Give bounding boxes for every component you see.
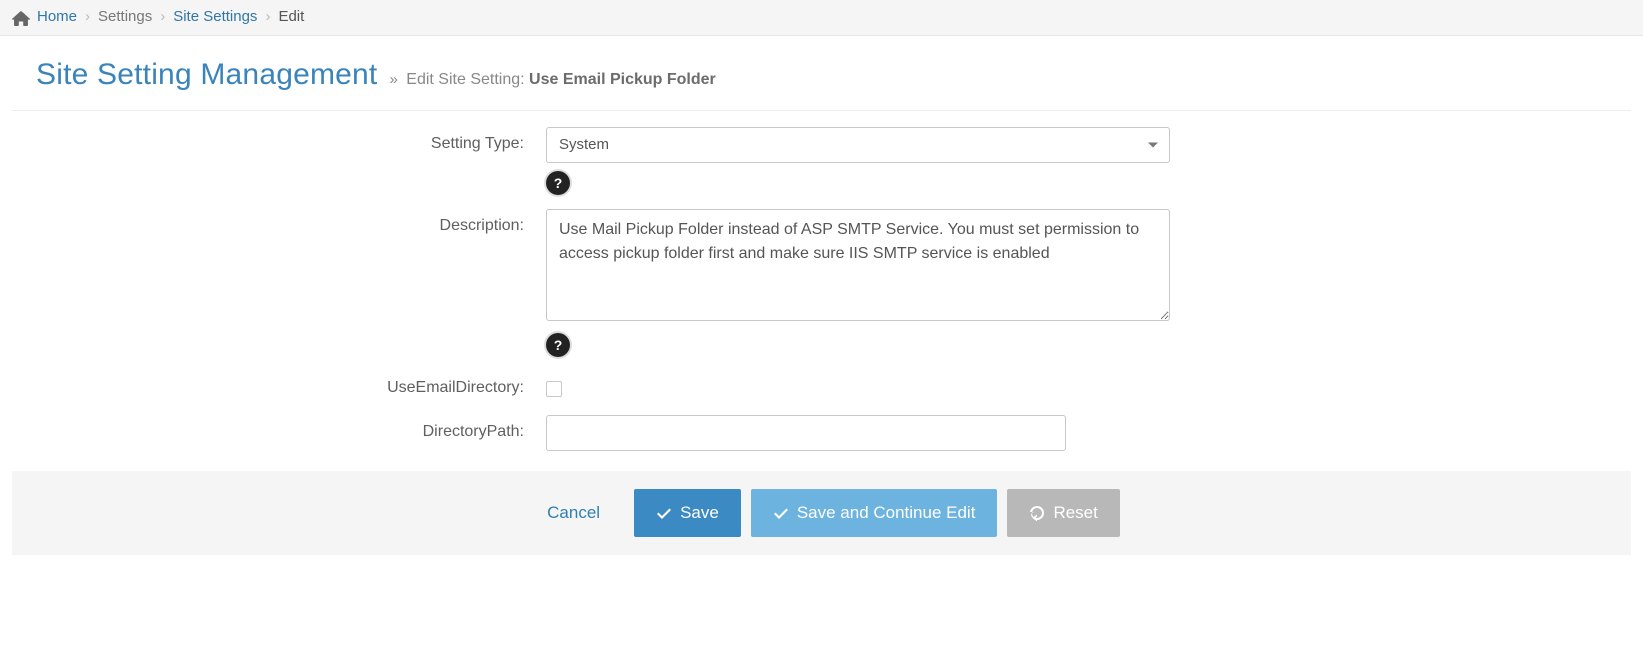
raquo-icon: »: [389, 71, 397, 88]
breadcrumb-site-settings[interactable]: Site Settings: [173, 8, 257, 25]
breadcrumb-edit: Edit: [278, 8, 304, 25]
reset-button-label: Reset: [1053, 503, 1097, 523]
cancel-button[interactable]: Cancel: [523, 489, 624, 537]
setting-type-select[interactable]: System: [546, 127, 1170, 163]
chevron-right-icon: ›: [263, 8, 272, 25]
edit-form: Setting Type: System ? Description: ? Us…: [12, 111, 1631, 451]
form-actions: Cancel Save Save and Continue Edit Reset: [12, 471, 1631, 555]
undo-icon: [1029, 505, 1045, 521]
use-email-directory-checkbox[interactable]: [546, 381, 562, 397]
check-icon: [656, 505, 672, 521]
page-header: Site Setting Management » Edit Site Sett…: [12, 36, 1631, 111]
page-title: Site Setting Management: [36, 58, 377, 92]
chevron-right-icon: ›: [83, 8, 92, 25]
page-subtitle-subject: Use Email Pickup Folder: [529, 71, 716, 88]
reset-button[interactable]: Reset: [1007, 489, 1119, 537]
caret-down-icon: [1148, 143, 1158, 148]
description-label: Description:: [36, 209, 546, 235]
directory-path-label: DirectoryPath:: [36, 415, 546, 441]
page-subtitle-prefix: Edit Site Setting:: [406, 71, 524, 88]
directory-path-input[interactable]: [546, 415, 1066, 451]
setting-type-label: Setting Type:: [36, 127, 546, 153]
breadcrumb-home[interactable]: Home: [37, 8, 77, 25]
save-continue-button-label: Save and Continue Edit: [797, 503, 976, 523]
setting-type-value: System: [559, 128, 609, 162]
save-continue-button[interactable]: Save and Continue Edit: [751, 489, 998, 537]
save-button-label: Save: [680, 503, 719, 523]
use-email-directory-label: UseEmailDirectory:: [36, 371, 546, 397]
check-icon: [773, 505, 789, 521]
home-icon: [12, 10, 30, 25]
page-subtitle: » Edit Site Setting: Use Email Pickup Fo…: [389, 71, 715, 89]
cancel-button-label: Cancel: [547, 503, 600, 523]
description-textarea[interactable]: [546, 209, 1170, 321]
breadcrumb-settings: Settings: [98, 8, 152, 25]
help-icon[interactable]: ?: [546, 333, 570, 357]
chevron-right-icon: ›: [158, 8, 167, 25]
breadcrumb: Home › Settings › Site Settings › Edit: [0, 0, 1643, 36]
save-button[interactable]: Save: [634, 489, 741, 537]
help-icon[interactable]: ?: [546, 171, 570, 195]
